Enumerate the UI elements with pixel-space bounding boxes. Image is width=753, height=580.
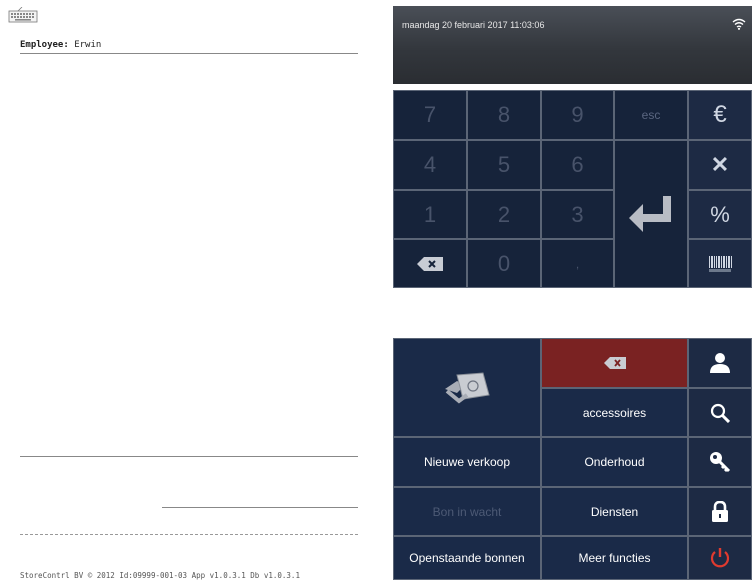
enter-icon [629, 196, 671, 232]
user-button[interactable] [688, 338, 752, 388]
key-1[interactable]: 1 [393, 190, 467, 239]
barcode-icon [708, 254, 732, 273]
key-button[interactable] [688, 437, 752, 487]
key-5[interactable]: 5 [467, 140, 541, 190]
wifi-icon [732, 18, 746, 30]
status-bar: maandag 20 februari 2017 11:03:06 [393, 6, 752, 84]
user-icon [710, 353, 730, 373]
onderhoud-button[interactable]: Onderhoud [541, 437, 688, 487]
key-8[interactable]: 8 [467, 90, 541, 140]
backspace-key[interactable] [393, 239, 467, 288]
search-button[interactable] [688, 388, 752, 437]
euro-key[interactable]: € [688, 90, 752, 140]
delete-line-button[interactable] [541, 338, 688, 388]
bon-in-wacht-button[interactable]: Bon in wacht [393, 487, 541, 536]
total-divider [20, 456, 358, 457]
key-4[interactable]: 4 [393, 140, 467, 190]
multiply-icon: ✕ [710, 152, 730, 177]
footer-divider [20, 534, 358, 535]
enter-key[interactable] [614, 140, 688, 288]
datetime-display: maandag 20 februari 2017 11:03:06 [402, 20, 545, 30]
key-2[interactable]: 2 [467, 190, 541, 239]
power-button[interactable] [688, 536, 752, 580]
diensten-button[interactable]: Diensten [541, 487, 688, 536]
nieuwe-verkoop-button[interactable]: Nieuwe verkoop [393, 437, 541, 487]
accessoires-button[interactable]: accessoires [541, 388, 688, 437]
subtotal-divider [162, 507, 358, 508]
openstaande-bonnen-button[interactable]: Openstaande bonnen [393, 536, 541, 580]
keyboard-icon[interactable] [8, 7, 38, 23]
multiply-key[interactable]: ✕ [688, 140, 752, 190]
receipt-panel: Employee: Erwin StoreContrl BV © 2012 Id… [0, 0, 385, 580]
percent-icon: % [710, 201, 730, 227]
barcode-key[interactable] [688, 239, 752, 288]
header-divider [20, 53, 358, 54]
pos-terminal: maandag 20 februari 2017 11:03:06 7 8 9 … [393, 0, 753, 580]
key-3[interactable]: 3 [541, 190, 614, 239]
key-0[interactable]: 0 [467, 239, 541, 288]
payment-icon [445, 371, 490, 404]
esc-key[interactable]: esc [614, 90, 688, 140]
key-7[interactable]: 7 [393, 90, 467, 140]
employee-name: Erwin [74, 40, 102, 50]
employee-line: Employee: Erwin [20, 40, 101, 50]
comma-key[interactable]: , [541, 239, 614, 288]
meer-functies-button[interactable]: Meer functies [541, 536, 688, 580]
power-icon [710, 548, 730, 568]
employee-label: Employee: [20, 40, 69, 50]
euro-icon: € [713, 101, 727, 128]
key-icon [710, 452, 731, 473]
search-icon [710, 403, 730, 423]
key-6[interactable]: 6 [541, 140, 614, 190]
lock-icon [712, 500, 728, 522]
key-9[interactable]: 9 [541, 90, 614, 140]
backspace-icon [417, 256, 443, 271]
percent-key[interactable]: % [688, 190, 752, 239]
footer-info: StoreContrl BV © 2012 Id:09999-001-03 Ap… [20, 571, 300, 580]
delete-icon [603, 357, 626, 369]
lock-button[interactable] [688, 487, 752, 536]
payment-button[interactable] [393, 338, 541, 437]
